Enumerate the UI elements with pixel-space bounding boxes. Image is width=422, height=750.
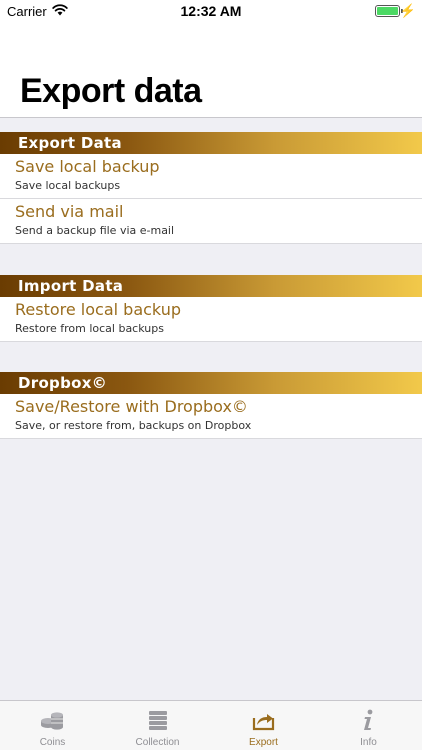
tab-coins[interactable]: Coins xyxy=(0,701,105,750)
battery-icon xyxy=(375,5,400,17)
tab-label: Export xyxy=(249,737,278,748)
clock: 12:32 AM xyxy=(180,3,242,19)
tab-export[interactable]: Export xyxy=(211,701,316,750)
row-subtitle: Restore from local backups xyxy=(15,322,164,335)
row-title: Send via mail xyxy=(15,202,124,221)
tab-info[interactable]: Info xyxy=(316,701,421,750)
tab-bar: Coins Collection Export Info xyxy=(0,700,422,750)
header-divider xyxy=(0,117,422,118)
row-subtitle: Save, or restore from, backups on Dropbo… xyxy=(15,419,252,432)
row-restore-local-backup[interactable]: Restore local backup Restore from local … xyxy=(0,297,422,342)
row-title: Save local backup xyxy=(15,157,160,176)
page-title: Export data xyxy=(20,72,202,110)
collection-icon xyxy=(149,711,167,730)
row-title: Save/Restore with Dropbox© xyxy=(15,397,248,416)
section-header-dropbox: Dropbox© xyxy=(0,372,422,394)
navigation-header: Export data xyxy=(0,22,422,118)
status-bar: Carrier 12:32 AM ⚡ xyxy=(0,0,422,22)
row-save-local-backup[interactable]: Save local backup Save local backups xyxy=(0,154,422,199)
row-title: Restore local backup xyxy=(15,300,181,319)
row-send-via-mail[interactable]: Send via mail Send a backup file via e-m… xyxy=(0,199,422,244)
row-dropbox-save-restore[interactable]: Save/Restore with Dropbox© Save, or rest… xyxy=(0,394,422,439)
coins-icon xyxy=(41,712,63,730)
section-header-import-data: Import Data xyxy=(0,275,422,297)
section-header-export-data: Export Data xyxy=(0,132,422,154)
tab-label: Collection xyxy=(135,737,180,748)
row-subtitle: Send a backup file via e-mail xyxy=(15,224,175,237)
tab-label: Info xyxy=(360,737,377,748)
tab-collection[interactable]: Collection xyxy=(105,701,210,750)
export-icon xyxy=(252,714,275,731)
info-icon xyxy=(364,709,373,730)
tab-label: Coins xyxy=(39,737,66,748)
charging-bolt-icon: ⚡ xyxy=(399,3,416,18)
row-subtitle: Save local backups xyxy=(15,179,121,192)
